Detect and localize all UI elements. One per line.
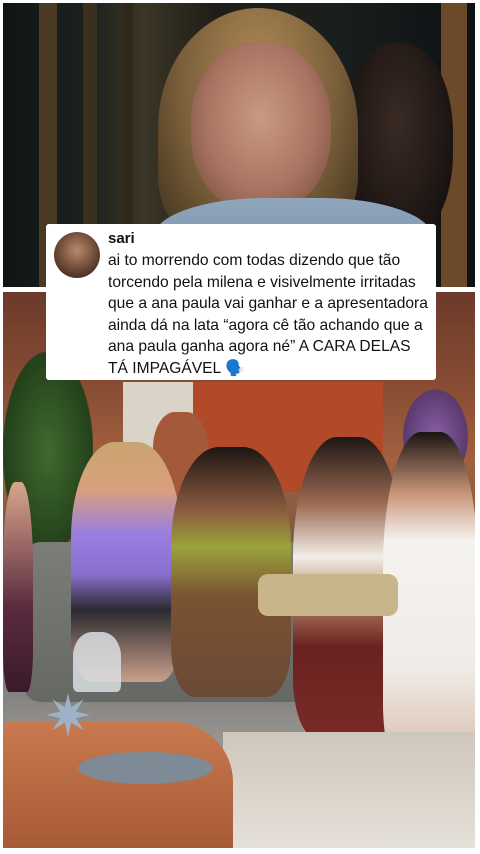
tweet-overlay-card: sari ai to morrendo com todas dizendo qu…	[46, 224, 436, 380]
tweet-text: ai to morrendo com todas dizendo que tão…	[108, 252, 428, 377]
cushion	[258, 574, 398, 616]
person-green-top	[171, 447, 291, 697]
avatar[interactable]	[54, 232, 100, 278]
decorative-star-icon: ✷	[43, 684, 93, 749]
woman-face	[191, 41, 331, 211]
floor	[223, 732, 475, 848]
glass-vase	[73, 632, 121, 692]
tweet-username[interactable]: sari	[108, 230, 428, 248]
decorative-dish	[78, 752, 213, 784]
person-left-edge	[3, 482, 33, 692]
